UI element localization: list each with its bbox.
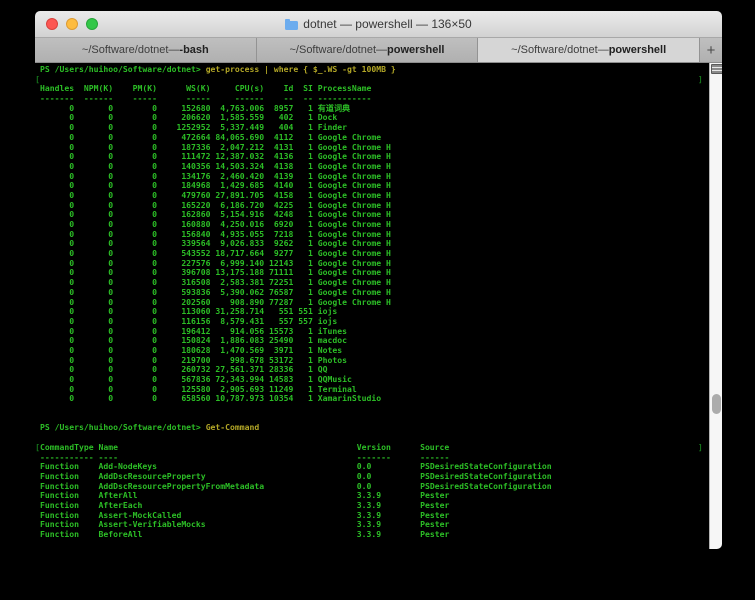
terminal-content[interactable]: PS /Users/huihoo/Software/dotnet> get-pr…	[35, 63, 722, 549]
new-tab-button[interactable]: +	[700, 38, 722, 62]
tab-powershell-1[interactable]: ~/Software/dotnet — powershell	[257, 38, 479, 62]
shell-command: Get-Command	[206, 422, 260, 432]
shell-prompt: PS /Users/huihoo/Software/dotnet>	[40, 422, 201, 432]
terminal-window: dotnet — powershell — 136×50 ~/Software/…	[35, 11, 722, 549]
tab-path: ~/Software/dotnet	[511, 44, 598, 56]
window-title: dotnet — powershell — 136×50	[303, 17, 471, 31]
tab-separator: —	[376, 44, 387, 56]
scrollbar[interactable]	[709, 63, 722, 549]
tab-bar: ~/Software/dotnet — -bash ~/Software/dot…	[35, 38, 722, 63]
tab-path: ~/Software/dotnet	[82, 44, 169, 56]
terminal-output: PS /Users/huihoo/Software/dotnet> get-pr…	[35, 63, 722, 549]
terminal-line: Function BeforeAll 3.3.9 Pester	[40, 530, 722, 540]
shell-command: get-process | where { $_.WS -gt 100MB }	[206, 64, 396, 74]
terminal-line: 0 0 0 658560 10,787.973 10354 1 XamarinS…	[40, 394, 722, 404]
tab-bash[interactable]: ~/Software/dotnet — -bash	[35, 38, 257, 62]
terminal-line: PS /Users/huihoo/Software/dotnet> Get-Co…	[40, 423, 722, 433]
zoom-button[interactable]	[86, 18, 98, 30]
tab-separator: —	[598, 44, 609, 56]
traffic-lights	[46, 18, 98, 30]
tab-process: powershell	[609, 44, 666, 56]
terminal-line	[40, 540, 722, 549]
minimize-button[interactable]	[66, 18, 78, 30]
tab-process: -bash	[179, 44, 208, 56]
window-titlebar[interactable]: dotnet — powershell — 136×50	[35, 11, 722, 38]
split-pane-icon[interactable]	[711, 64, 722, 74]
scrollbar-thumb[interactable]	[712, 394, 721, 414]
tab-separator: —	[168, 44, 179, 56]
desktop-background: dotnet — powershell — 136×50 ~/Software/…	[0, 0, 755, 600]
tab-process: powershell	[387, 44, 444, 56]
folder-icon	[285, 21, 298, 30]
shell-prompt: PS /Users/huihoo/Software/dotnet>	[40, 64, 201, 74]
close-button[interactable]	[46, 18, 58, 30]
tab-path: ~/Software/dotnet	[290, 44, 377, 56]
title-area: dotnet — powershell — 136×50	[35, 11, 722, 37]
tab-powershell-2-active[interactable]: ~/Software/dotnet — powershell	[478, 38, 700, 62]
terminal-line	[40, 404, 722, 414]
